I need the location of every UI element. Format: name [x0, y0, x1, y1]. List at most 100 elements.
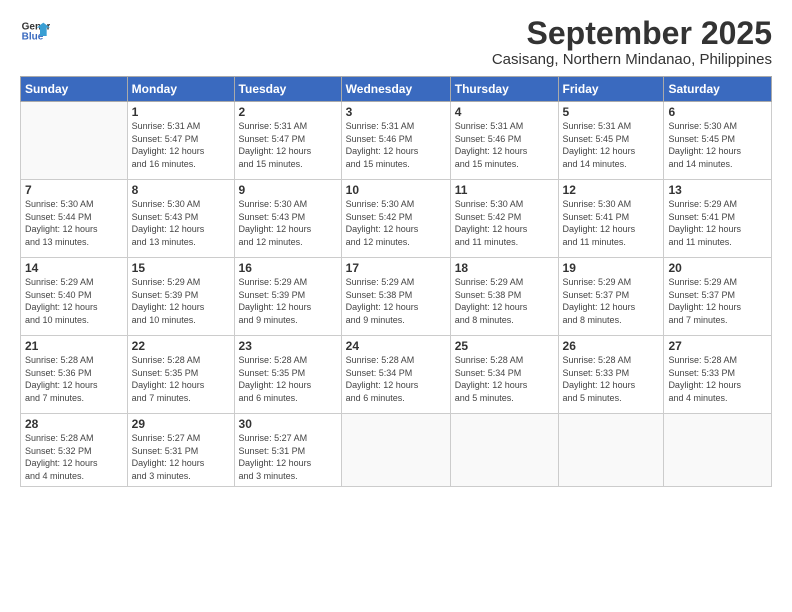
calendar-cell: 14Sunrise: 5:29 AM Sunset: 5:40 PM Dayli… [21, 258, 128, 336]
day-info: Sunrise: 5:31 AM Sunset: 5:46 PM Dayligh… [455, 120, 554, 170]
calendar-cell: 22Sunrise: 5:28 AM Sunset: 5:35 PM Dayli… [127, 336, 234, 414]
week-row-3: 14Sunrise: 5:29 AM Sunset: 5:40 PM Dayli… [21, 258, 772, 336]
calendar-cell [341, 414, 450, 486]
calendar-cell: 3Sunrise: 5:31 AM Sunset: 5:46 PM Daylig… [341, 102, 450, 180]
day-info: Sunrise: 5:30 AM Sunset: 5:42 PM Dayligh… [346, 198, 446, 248]
month-title: September 2025 [492, 16, 772, 51]
calendar-cell [558, 414, 664, 486]
calendar-cell: 19Sunrise: 5:29 AM Sunset: 5:37 PM Dayli… [558, 258, 664, 336]
day-info: Sunrise: 5:30 AM Sunset: 5:44 PM Dayligh… [25, 198, 123, 248]
day-info: Sunrise: 5:29 AM Sunset: 5:37 PM Dayligh… [668, 276, 767, 326]
day-info: Sunrise: 5:31 AM Sunset: 5:45 PM Dayligh… [563, 120, 660, 170]
day-info: Sunrise: 5:28 AM Sunset: 5:32 PM Dayligh… [25, 432, 123, 482]
calendar-table: Sunday Monday Tuesday Wednesday Thursday… [20, 76, 772, 486]
calendar-cell: 25Sunrise: 5:28 AM Sunset: 5:34 PM Dayli… [450, 336, 558, 414]
calendar-cell: 27Sunrise: 5:28 AM Sunset: 5:33 PM Dayli… [664, 336, 772, 414]
calendar-cell: 12Sunrise: 5:30 AM Sunset: 5:41 PM Dayli… [558, 180, 664, 258]
day-number: 16 [239, 261, 337, 275]
week-row-1: 1Sunrise: 5:31 AM Sunset: 5:47 PM Daylig… [21, 102, 772, 180]
calendar-cell: 29Sunrise: 5:27 AM Sunset: 5:31 PM Dayli… [127, 414, 234, 486]
week-row-2: 7Sunrise: 5:30 AM Sunset: 5:44 PM Daylig… [21, 180, 772, 258]
calendar-cell: 18Sunrise: 5:29 AM Sunset: 5:38 PM Dayli… [450, 258, 558, 336]
day-number: 17 [346, 261, 446, 275]
day-number: 12 [563, 183, 660, 197]
day-info: Sunrise: 5:30 AM Sunset: 5:41 PM Dayligh… [563, 198, 660, 248]
day-info: Sunrise: 5:29 AM Sunset: 5:41 PM Dayligh… [668, 198, 767, 248]
day-info: Sunrise: 5:28 AM Sunset: 5:34 PM Dayligh… [346, 354, 446, 404]
calendar-cell: 16Sunrise: 5:29 AM Sunset: 5:39 PM Dayli… [234, 258, 341, 336]
day-number: 7 [25, 183, 123, 197]
calendar-cell: 11Sunrise: 5:30 AM Sunset: 5:42 PM Dayli… [450, 180, 558, 258]
calendar-cell: 28Sunrise: 5:28 AM Sunset: 5:32 PM Dayli… [21, 414, 128, 486]
day-number: 29 [132, 417, 230, 431]
day-info: Sunrise: 5:29 AM Sunset: 5:39 PM Dayligh… [239, 276, 337, 326]
day-number: 24 [346, 339, 446, 353]
calendar-cell: 2Sunrise: 5:31 AM Sunset: 5:47 PM Daylig… [234, 102, 341, 180]
calendar-cell: 5Sunrise: 5:31 AM Sunset: 5:45 PM Daylig… [558, 102, 664, 180]
calendar-cell: 10Sunrise: 5:30 AM Sunset: 5:42 PM Dayli… [341, 180, 450, 258]
header-friday: Friday [558, 77, 664, 102]
day-number: 15 [132, 261, 230, 275]
header-thursday: Thursday [450, 77, 558, 102]
week-row-5: 28Sunrise: 5:28 AM Sunset: 5:32 PM Dayli… [21, 414, 772, 486]
calendar-cell: 13Sunrise: 5:29 AM Sunset: 5:41 PM Dayli… [664, 180, 772, 258]
header-sunday: Sunday [21, 77, 128, 102]
day-info: Sunrise: 5:31 AM Sunset: 5:47 PM Dayligh… [239, 120, 337, 170]
header-tuesday: Tuesday [234, 77, 341, 102]
day-number: 27 [668, 339, 767, 353]
day-info: Sunrise: 5:29 AM Sunset: 5:37 PM Dayligh… [563, 276, 660, 326]
day-info: Sunrise: 5:28 AM Sunset: 5:34 PM Dayligh… [455, 354, 554, 404]
calendar-cell: 23Sunrise: 5:28 AM Sunset: 5:35 PM Dayli… [234, 336, 341, 414]
day-number: 1 [132, 105, 230, 119]
day-info: Sunrise: 5:29 AM Sunset: 5:39 PM Dayligh… [132, 276, 230, 326]
calendar-cell: 6Sunrise: 5:30 AM Sunset: 5:45 PM Daylig… [664, 102, 772, 180]
day-info: Sunrise: 5:29 AM Sunset: 5:38 PM Dayligh… [346, 276, 446, 326]
title-block: September 2025 Casisang, Northern Mindan… [492, 16, 772, 68]
day-number: 9 [239, 183, 337, 197]
day-info: Sunrise: 5:29 AM Sunset: 5:38 PM Dayligh… [455, 276, 554, 326]
calendar-cell [21, 102, 128, 180]
day-info: Sunrise: 5:27 AM Sunset: 5:31 PM Dayligh… [132, 432, 230, 482]
week-row-4: 21Sunrise: 5:28 AM Sunset: 5:36 PM Dayli… [21, 336, 772, 414]
day-number: 14 [25, 261, 123, 275]
location-subtitle: Casisang, Northern Mindanao, Philippines [492, 51, 772, 68]
calendar-cell: 15Sunrise: 5:29 AM Sunset: 5:39 PM Dayli… [127, 258, 234, 336]
day-info: Sunrise: 5:31 AM Sunset: 5:47 PM Dayligh… [132, 120, 230, 170]
day-info: Sunrise: 5:28 AM Sunset: 5:35 PM Dayligh… [132, 354, 230, 404]
day-info: Sunrise: 5:28 AM Sunset: 5:33 PM Dayligh… [563, 354, 660, 404]
calendar-cell: 8Sunrise: 5:30 AM Sunset: 5:43 PM Daylig… [127, 180, 234, 258]
day-number: 11 [455, 183, 554, 197]
day-number: 22 [132, 339, 230, 353]
day-number: 25 [455, 339, 554, 353]
header-wednesday: Wednesday [341, 77, 450, 102]
day-number: 13 [668, 183, 767, 197]
day-info: Sunrise: 5:28 AM Sunset: 5:35 PM Dayligh… [239, 354, 337, 404]
day-number: 18 [455, 261, 554, 275]
calendar-cell: 7Sunrise: 5:30 AM Sunset: 5:44 PM Daylig… [21, 180, 128, 258]
day-number: 4 [455, 105, 554, 119]
day-info: Sunrise: 5:30 AM Sunset: 5:45 PM Dayligh… [668, 120, 767, 170]
header-monday: Monday [127, 77, 234, 102]
day-number: 10 [346, 183, 446, 197]
day-info: Sunrise: 5:27 AM Sunset: 5:31 PM Dayligh… [239, 432, 337, 482]
day-number: 30 [239, 417, 337, 431]
day-number: 2 [239, 105, 337, 119]
day-number: 3 [346, 105, 446, 119]
calendar-cell: 4Sunrise: 5:31 AM Sunset: 5:46 PM Daylig… [450, 102, 558, 180]
day-number: 20 [668, 261, 767, 275]
day-info: Sunrise: 5:28 AM Sunset: 5:36 PM Dayligh… [25, 354, 123, 404]
day-number: 19 [563, 261, 660, 275]
calendar-cell: 24Sunrise: 5:28 AM Sunset: 5:34 PM Dayli… [341, 336, 450, 414]
calendar-cell: 1Sunrise: 5:31 AM Sunset: 5:47 PM Daylig… [127, 102, 234, 180]
day-info: Sunrise: 5:30 AM Sunset: 5:43 PM Dayligh… [132, 198, 230, 248]
calendar-cell: 20Sunrise: 5:29 AM Sunset: 5:37 PM Dayli… [664, 258, 772, 336]
day-info: Sunrise: 5:31 AM Sunset: 5:46 PM Dayligh… [346, 120, 446, 170]
day-info: Sunrise: 5:29 AM Sunset: 5:40 PM Dayligh… [25, 276, 123, 326]
day-info: Sunrise: 5:30 AM Sunset: 5:43 PM Dayligh… [239, 198, 337, 248]
day-info: Sunrise: 5:28 AM Sunset: 5:33 PM Dayligh… [668, 354, 767, 404]
day-number: 21 [25, 339, 123, 353]
calendar-cell [450, 414, 558, 486]
calendar-cell: 26Sunrise: 5:28 AM Sunset: 5:33 PM Dayli… [558, 336, 664, 414]
day-number: 23 [239, 339, 337, 353]
day-number: 26 [563, 339, 660, 353]
